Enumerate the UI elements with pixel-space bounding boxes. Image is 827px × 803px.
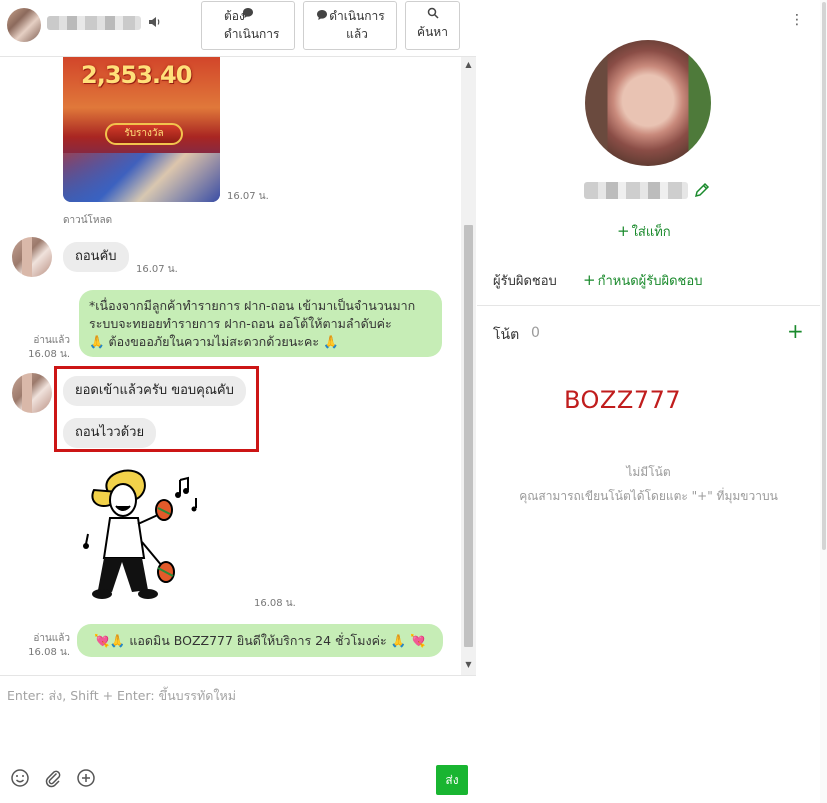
attach-icon[interactable] [42, 767, 64, 789]
sticker-message[interactable] [78, 462, 208, 602]
add-note-button[interactable]: + [787, 320, 804, 342]
promo-decoration [63, 153, 220, 202]
message-input[interactable] [7, 686, 467, 746]
profile-name-blurred [584, 182, 688, 199]
message-time: 16.08 น. [28, 647, 70, 658]
note-annotation-text: BOZZ777 [564, 386, 682, 414]
add-tag-button[interactable]: + ใส่แท็ก [617, 221, 671, 242]
scroll-up-icon[interactable]: ▲ [461, 57, 476, 73]
assignee-label: ผู้รับผิดชอบ [493, 274, 557, 289]
search-icon [406, 7, 459, 21]
message-line: ระบบจะทยอยทำรายการ ฝาก-ถอน ออโต้ให้ตามลำ… [89, 316, 392, 331]
highlight-annotation [54, 366, 259, 452]
download-link[interactable]: ดาวน์โหลด [63, 213, 112, 228]
emoji-icon[interactable] [9, 767, 31, 789]
chat-header: ต้อง ดำเนินการ ดำเนินการ แล้ว ค้นหา [0, 0, 476, 57]
more-vertical-icon[interactable]: ⋮ [790, 12, 804, 28]
profile-avatar [585, 40, 711, 166]
assign-button[interactable]: + กำหนดผู้รับผิดชอบ [583, 270, 702, 291]
search-button[interactable]: ค้นหา [405, 1, 460, 50]
profile-scrollbar[interactable] [820, 0, 827, 803]
notes-empty-title: ไม่มีโน้ต [626, 465, 671, 479]
notes-title: โน้ต [493, 327, 520, 343]
message-time: 16.08 น. [28, 349, 70, 360]
notes-empty-description: คุณสามารถเขียนโน้ตได้โดยแตะ "+" ที่มุมขว… [519, 489, 778, 503]
outgoing-message: *เนื่องจากมีลูกค้าทำรายการ ฝาก-ถอน เข้าม… [79, 290, 442, 357]
promo-image-message[interactable]: 2,353.40 รับรางวัล [63, 57, 220, 202]
done-button[interactable]: ดำเนินการ แล้ว [303, 1, 397, 50]
plus-icon: + [617, 222, 630, 240]
message-line: 🙏 ต้องขออภัยในความไม่สะดวกด้วยนะคะ 🙏 [89, 334, 339, 349]
assign-label: กำหนดผู้รับผิดชอบ [597, 274, 703, 289]
read-status: อ่านแล้ว [33, 633, 70, 644]
chat-app: ต้อง ดำเนินการ ดำเนินการ แล้ว ค้นหา 2,35… [0, 0, 827, 803]
search-label: ค้นหา [417, 25, 448, 39]
message-composer: ส่ง [0, 675, 476, 803]
notes-count: 0 [531, 325, 540, 341]
promo-badge: รับรางวัล [105, 123, 183, 145]
read-status: อ่านแล้ว [33, 335, 70, 346]
mute-icon[interactable] [147, 15, 161, 29]
scrollbar-thumb[interactable] [822, 2, 826, 550]
send-button[interactable]: ส่ง [436, 765, 468, 795]
todo-label: ต้อง ดำเนินการ [224, 9, 280, 41]
scrollbar-thumb[interactable] [464, 225, 473, 647]
contact-avatar[interactable] [7, 8, 41, 42]
profile-pane: ⋮ + ใส่แท็ก ผู้รับผิดชอบ + กำหนดผู้รับผิดช… [477, 0, 820, 803]
message-time: 16.08 น. [254, 598, 296, 609]
incoming-message: ถอนคับ [63, 242, 129, 272]
outgoing-message: 💘🙏 แอดมิน BOZZ777 ยินดีให้บริการ 24 ชั่ว… [77, 624, 443, 657]
chat-bubble-icon [316, 9, 328, 23]
scroll-down-icon[interactable]: ▼ [461, 657, 476, 673]
promo-amount: 2,353.40 [81, 61, 192, 89]
todo-button[interactable]: ต้อง ดำเนินการ [201, 1, 295, 50]
chat-scrollbar[interactable]: ▲ ▼ [461, 57, 476, 675]
chat-pane: ต้อง ดำเนินการ ดำเนินการ แล้ว ค้นหา 2,35… [0, 0, 476, 803]
contact-name-blurred [47, 16, 141, 30]
message-time: 16.07 น. [136, 264, 178, 275]
add-circle-icon[interactable] [75, 767, 97, 789]
message-time: 16.07 น. [227, 191, 269, 202]
message-line: *เนื่องจากมีลูกค้าทำรายการ ฝาก-ถอน เข้าม… [89, 298, 416, 313]
message-list[interactable]: 2,353.40 รับรางวัล 16.07 น. ดาวน์โหลด ถอ… [0, 57, 461, 675]
pencil-icon[interactable] [693, 181, 711, 199]
contact-avatar-small[interactable] [12, 373, 52, 413]
plus-icon: + [583, 271, 596, 289]
contact-avatar-small[interactable] [12, 237, 52, 277]
assignee-row: ผู้รับผิดชอบ + กำหนดผู้รับผิดชอบ [477, 252, 820, 306]
add-tag-label: ใส่แท็ก [631, 225, 671, 240]
